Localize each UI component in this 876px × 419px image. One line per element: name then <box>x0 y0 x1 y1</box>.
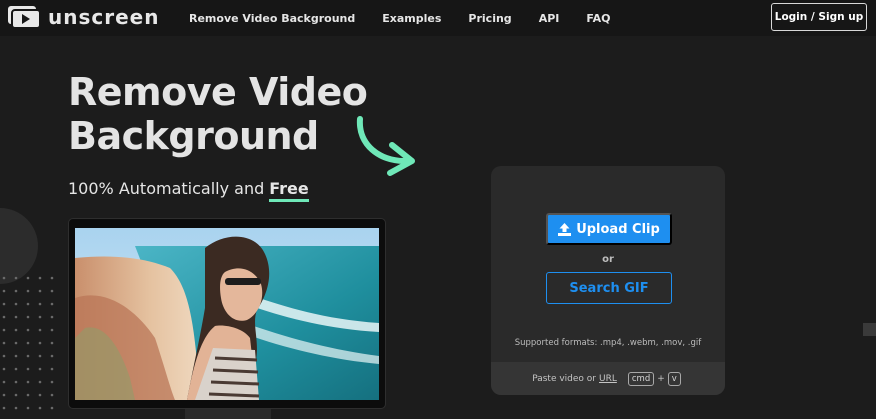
key-cmd: cmd <box>627 371 655 386</box>
curved-arrow-icon <box>356 116 415 176</box>
decorative-dot <box>2 406 6 410</box>
nav-link-faq[interactable]: FAQ <box>586 12 610 25</box>
decorative-dot <box>26 393 30 397</box>
play-window-icon <box>8 6 40 28</box>
decorative-dot <box>2 367 6 371</box>
decorative-dot-grid <box>2 276 54 410</box>
decorative-dot <box>26 380 30 384</box>
decorative-dot <box>50 276 54 280</box>
decorative-dot <box>2 341 6 345</box>
decorative-dot <box>50 367 54 371</box>
nav-links: Remove Video Background Examples Pricing… <box>189 0 637 36</box>
decorative-dot <box>14 354 18 358</box>
decorative-dot <box>14 393 18 397</box>
subtitle-free: Free <box>269 179 309 202</box>
paste-url-link[interactable]: URL <box>599 374 617 384</box>
decorative-dot <box>26 289 30 293</box>
decorative-dot <box>2 315 6 319</box>
decorative-dot <box>26 315 30 319</box>
supported-formats-text: Supported formats: .mp4, .webm, .mov, .g… <box>514 338 702 348</box>
decorative-dot <box>2 354 6 358</box>
decorative-dot <box>14 328 18 332</box>
key-plus: + <box>657 373 665 384</box>
logo[interactable]: unscreen <box>8 6 159 28</box>
decorative-dot <box>38 367 42 371</box>
decorative-dot <box>38 354 42 358</box>
video-preview-image <box>75 228 379 400</box>
decorative-dot <box>14 380 18 384</box>
decorative-dot <box>38 276 42 280</box>
logo-text: unscreen <box>48 5 160 29</box>
decorative-dot <box>26 406 30 410</box>
subtitle-prefix: 100% Automatically and <box>68 179 265 198</box>
title-line-2: Background <box>68 114 319 158</box>
page-title: Remove Video Background <box>68 70 398 158</box>
nav-link-pricing[interactable]: Pricing <box>468 12 511 25</box>
decorative-dot <box>38 380 42 384</box>
login-signup-button[interactable]: Login / Sign up <box>771 3 867 31</box>
decorative-dot <box>14 341 18 345</box>
nav-link-api[interactable]: API <box>539 12 560 25</box>
decorative-dot <box>14 276 18 280</box>
monitor-stand <box>185 409 271 419</box>
decorative-dot <box>38 406 42 410</box>
title-line-1: Remove Video <box>68 70 368 114</box>
decorative-dot <box>38 393 42 397</box>
hero-subtitle: 100% Automatically and Free <box>68 179 309 202</box>
decorative-dot <box>26 276 30 280</box>
or-separator: or <box>602 254 614 265</box>
decorative-dot <box>2 289 6 293</box>
decorative-dot <box>50 354 54 358</box>
decorative-dot <box>38 328 42 332</box>
decorative-dot <box>50 406 54 410</box>
search-gif-button[interactable]: Search GIF <box>546 272 672 304</box>
decorative-dot <box>50 393 54 397</box>
decorative-dot <box>14 302 18 306</box>
decorative-dot <box>50 341 54 345</box>
decorative-dot <box>50 315 54 319</box>
decorative-dot <box>14 406 18 410</box>
decorative-dot <box>50 302 54 306</box>
decorative-dot <box>2 302 6 306</box>
nav-link-remove-video-background[interactable]: Remove Video Background <box>189 12 355 25</box>
decorative-dot <box>14 315 18 319</box>
decorative-dot <box>50 289 54 293</box>
decorative-dot <box>2 393 6 397</box>
decorative-dot <box>26 302 30 306</box>
decorative-dot <box>38 302 42 306</box>
decorative-dot <box>26 341 30 345</box>
top-navigation-bar: unscreen Remove Video Background Example… <box>0 0 876 36</box>
decorative-dot <box>26 328 30 332</box>
decorative-dot <box>38 315 42 319</box>
decorative-edge-tab <box>863 323 876 336</box>
decorative-dot <box>2 380 6 384</box>
decorative-dot <box>50 328 54 332</box>
paste-bar: Paste video or URL cmd + v <box>491 362 725 395</box>
upload-panel: Upload Clip or Search GIF Supported form… <box>491 166 725 395</box>
nav-link-examples[interactable]: Examples <box>382 12 441 25</box>
decorative-dot <box>2 328 6 332</box>
decorative-dot <box>26 354 30 358</box>
decorative-dot <box>26 367 30 371</box>
decorative-dot <box>38 289 42 293</box>
decorative-dot <box>2 276 6 280</box>
upload-arrow-icon <box>558 222 572 236</box>
decorative-dot <box>14 367 18 371</box>
decorative-circle <box>0 208 38 284</box>
paste-prefix: Paste video or <box>532 373 596 384</box>
upload-clip-button[interactable]: Upload Clip <box>546 213 672 245</box>
decorative-dot <box>50 380 54 384</box>
key-v: v <box>667 371 681 386</box>
upload-clip-label: Upload Clip <box>576 221 660 237</box>
decorative-dot <box>38 341 42 345</box>
decorative-dot <box>14 289 18 293</box>
